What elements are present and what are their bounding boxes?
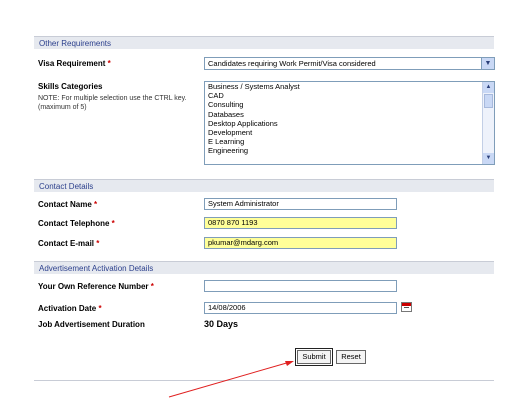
arrow-line — [168, 361, 291, 398]
annotation-arrow — [168, 361, 294, 398]
arrow-head — [285, 361, 294, 366]
